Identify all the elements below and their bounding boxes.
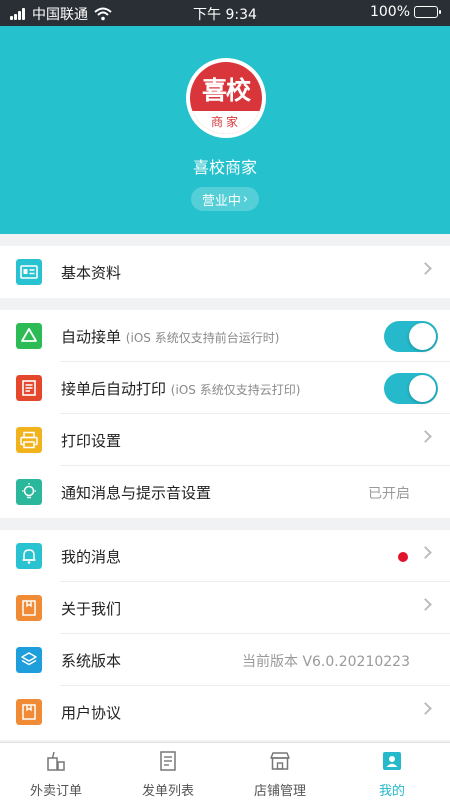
battery-icon xyxy=(414,6,441,18)
user-agreement-label: 用户协议 xyxy=(61,704,122,722)
shop-name: 喜校商家 xyxy=(192,158,257,177)
settings-section: 自动接单 (iOS 系统仅支持前台运行时) 接单后自动打印 (iOS 系统仅支持… xyxy=(0,310,450,518)
auto-accept-note: (iOS 系统仅支持前台运行时) xyxy=(125,331,280,345)
tab-label: 店铺管理 xyxy=(253,784,306,799)
logo-sub-text: 商家 xyxy=(210,115,241,129)
battery-percent: 100% xyxy=(369,4,410,20)
auto-print-row: 接单后自动打印 (iOS 系统仅支持云打印) xyxy=(0,362,450,414)
about-us-row[interactable]: 关于我们 xyxy=(0,582,450,634)
tab-mine[interactable]: 我的 xyxy=(336,743,448,800)
chevron-right-icon xyxy=(419,546,432,559)
bottom-tab-bar: 外卖订单 发单列表 店铺管理 我的 xyxy=(0,742,450,800)
print-settings-row[interactable]: 打印设置 xyxy=(0,414,450,466)
profile-section: 基本资料 xyxy=(0,246,450,298)
auto-accept-toggle[interactable] xyxy=(384,321,438,352)
system-version-value: 当前版本 V6.0.20210223 xyxy=(242,654,410,670)
printer-icon xyxy=(16,427,42,453)
auto-print-note: (iOS 系统仅支持云打印) xyxy=(170,383,301,397)
print-settings-label: 打印设置 xyxy=(61,432,122,450)
business-status-button[interactable]: 营业中 › xyxy=(191,187,259,211)
store-icon xyxy=(270,752,290,770)
basic-info-label: 基本资料 xyxy=(61,264,122,282)
chevron-right-icon xyxy=(419,598,432,611)
chevron-right-icon xyxy=(419,702,432,715)
user-agreement-row[interactable]: 用户协议 xyxy=(0,686,450,738)
profile-card-icon xyxy=(383,752,401,770)
takeout-cup-icon xyxy=(47,751,65,771)
unread-dot xyxy=(398,552,408,562)
status-right: 100% xyxy=(369,4,441,20)
order-list-icon xyxy=(160,751,176,771)
tab-label: 发单列表 xyxy=(141,784,194,799)
auto-accept-row: 自动接单 (iOS 系统仅支持前台运行时) xyxy=(0,310,450,362)
bookmark-icon xyxy=(16,595,42,621)
info-section: 我的消息 关于我们 系统版本 当前版本 V6.0.20210223 用户协议 xyxy=(0,530,450,740)
bookmark-icon xyxy=(16,699,42,725)
lightbulb-icon xyxy=(16,479,42,505)
notification-settings-label: 通知消息与提示音设置 xyxy=(61,484,212,502)
notification-settings-row[interactable]: 通知消息与提示音设置 已开启 xyxy=(0,466,450,518)
chevron-right-icon xyxy=(419,262,432,275)
auto-accept-label: 自动接单 xyxy=(61,328,122,346)
tab-label: 我的 xyxy=(378,784,405,799)
status-bar: 中国联通 下午 9:34 100% xyxy=(0,0,450,26)
profile-header: 喜校 商家 喜校商家 营业中 › xyxy=(0,26,450,234)
recycle-triangle-icon xyxy=(16,323,42,349)
receipt-icon xyxy=(16,375,42,401)
bell-icon xyxy=(16,543,42,569)
chevron-right-icon xyxy=(419,430,432,443)
my-messages-label: 我的消息 xyxy=(61,548,122,566)
notification-status-value: 已开启 xyxy=(368,486,410,502)
tab-takeout-orders[interactable]: 外卖订单 xyxy=(0,743,112,800)
status-arrow-icon: › xyxy=(242,191,249,207)
tab-store-management[interactable]: 店铺管理 xyxy=(224,743,336,800)
my-messages-row[interactable]: 我的消息 xyxy=(0,530,450,582)
logo-main-text: 喜校 xyxy=(201,76,251,105)
shop-logo: 喜校 商家 xyxy=(186,58,266,138)
auto-print-toggle[interactable] xyxy=(384,373,438,404)
basic-info-row[interactable]: 基本资料 xyxy=(0,246,450,298)
business-status-label: 营业中 xyxy=(201,193,241,209)
layers-icon xyxy=(16,647,42,673)
system-version-label: 系统版本 xyxy=(61,652,122,670)
about-us-label: 关于我们 xyxy=(61,600,122,618)
id-card-icon xyxy=(16,259,42,285)
auto-print-label: 接单后自动打印 xyxy=(61,380,167,398)
tab-label: 外卖订单 xyxy=(29,784,82,799)
system-version-row: 系统版本 当前版本 V6.0.20210223 xyxy=(0,634,450,686)
tab-order-list[interactable]: 发单列表 xyxy=(112,743,224,800)
